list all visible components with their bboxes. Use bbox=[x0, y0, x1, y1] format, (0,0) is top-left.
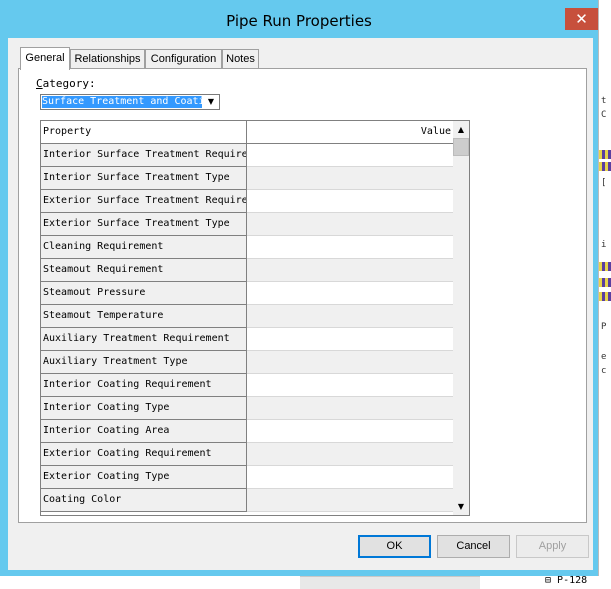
property-name-cell: Exterior Coating Type bbox=[41, 466, 247, 489]
scroll-down-arrow-icon[interactable]: ▼ bbox=[453, 498, 469, 515]
property-value-cell[interactable] bbox=[247, 190, 453, 213]
grid-row[interactable]: Steamout Pressure bbox=[41, 282, 453, 305]
apply-button[interactable]: Apply bbox=[516, 535, 589, 558]
property-name-cell: Interior Coating Requirement bbox=[41, 374, 247, 397]
grid-row[interactable]: Auxiliary Treatment Type bbox=[41, 351, 453, 374]
close-button[interactable]: ✕ bbox=[565, 8, 598, 30]
grid-row[interactable]: Interior Surface Treatment Requirement bbox=[41, 144, 453, 167]
pipe-run-properties-dialog: Pipe Run Properties ✕ General Relationsh… bbox=[0, 0, 598, 576]
property-value-cell[interactable] bbox=[247, 374, 453, 397]
property-name-cell: Interior Surface Treatment Requirement bbox=[41, 144, 247, 167]
bg-glyph: i bbox=[601, 240, 607, 250]
column-header-value[interactable]: Value bbox=[247, 121, 453, 143]
chevron-down-icon[interactable]: ▼ bbox=[204, 96, 218, 108]
grid-row[interactable]: Interior Surface Treatment Type bbox=[41, 167, 453, 190]
bg-glyph: c bbox=[601, 366, 607, 376]
bg-glyph: t bbox=[601, 96, 607, 106]
grid-row[interactable]: Steamout Requirement bbox=[41, 259, 453, 282]
window-title: Pipe Run Properties bbox=[226, 12, 372, 30]
bg-symbol bbox=[599, 162, 611, 171]
cancel-button[interactable]: Cancel bbox=[437, 535, 510, 558]
dialog-client-area: General Relationships Configuration Note… bbox=[8, 38, 593, 570]
column-header-property[interactable]: Property bbox=[41, 121, 247, 143]
tab-notes[interactable]: Notes bbox=[222, 49, 259, 68]
scroll-up-arrow-icon[interactable]: ▲ bbox=[453, 121, 469, 138]
background-panel bbox=[300, 576, 480, 589]
background-bottom-strip bbox=[0, 576, 611, 589]
category-dropdown[interactable]: Surface Treatment and Coati ▼ bbox=[40, 94, 220, 110]
property-name-cell: Cleaning Requirement bbox=[41, 236, 247, 259]
grid-header: Property Value bbox=[41, 121, 453, 144]
ok-button[interactable]: OK bbox=[358, 535, 431, 558]
scrollbar-thumb[interactable] bbox=[453, 138, 469, 156]
property-name-cell: Exterior Surface Treatment Requirement bbox=[41, 190, 247, 213]
property-value-cell[interactable] bbox=[247, 489, 453, 512]
grid-row[interactable]: Cleaning Requirement bbox=[41, 236, 453, 259]
grid-row[interactable]: Auxiliary Treatment Requirement bbox=[41, 328, 453, 351]
category-label: Category: bbox=[36, 77, 96, 90]
grid-row[interactable]: Exterior Surface Treatment Requirement bbox=[41, 190, 453, 213]
property-name-cell: Steamout Requirement bbox=[41, 259, 247, 282]
bg-symbol bbox=[599, 278, 611, 287]
grid-row[interactable]: Exterior Surface Treatment Type bbox=[41, 213, 453, 236]
bg-symbol bbox=[599, 292, 611, 301]
property-name-cell: Interior Coating Area bbox=[41, 420, 247, 443]
property-name-cell: Auxiliary Treatment Requirement bbox=[41, 328, 247, 351]
property-value-cell[interactable] bbox=[247, 167, 453, 190]
background-app-window: t C [ i P e c bbox=[598, 0, 611, 588]
grid-row[interactable]: Steamout Temperature bbox=[41, 305, 453, 328]
property-value-cell[interactable] bbox=[247, 236, 453, 259]
grid-row[interactable]: Interior Coating Type bbox=[41, 397, 453, 420]
property-value-cell[interactable] bbox=[247, 213, 453, 236]
title-bar[interactable]: Pipe Run Properties ✕ bbox=[0, 0, 598, 38]
close-icon: ✕ bbox=[575, 10, 588, 28]
bg-glyph: [ bbox=[601, 178, 607, 188]
background-tree-label: P-128 bbox=[557, 575, 588, 586]
tab-relationships[interactable]: Relationships bbox=[70, 49, 145, 68]
general-tab-panel: Category: Surface Treatment and Coati ▼ … bbox=[18, 68, 587, 523]
property-value-cell[interactable] bbox=[247, 351, 453, 374]
property-name-cell: Interior Coating Type bbox=[41, 397, 247, 420]
property-name-cell: Auxiliary Treatment Type bbox=[41, 351, 247, 374]
property-value-cell[interactable] bbox=[247, 420, 453, 443]
grid-vertical-scrollbar[interactable]: ▲ ▼ bbox=[453, 121, 469, 515]
bg-glyph: P bbox=[601, 322, 607, 332]
bg-symbol bbox=[599, 262, 611, 271]
property-value-cell[interactable] bbox=[247, 328, 453, 351]
grid-rows: Interior Surface Treatment RequirementIn… bbox=[41, 144, 453, 512]
grid-row[interactable]: Interior Coating Requirement bbox=[41, 374, 453, 397]
grid-row[interactable]: Interior Coating Area bbox=[41, 420, 453, 443]
property-value-cell[interactable] bbox=[247, 466, 453, 489]
grid-row[interactable]: Exterior Coating Requirement bbox=[41, 443, 453, 466]
grid-row[interactable]: Coating Color bbox=[41, 489, 453, 512]
property-name-cell: Steamout Pressure bbox=[41, 282, 247, 305]
bg-glyph: e bbox=[601, 352, 607, 362]
property-value-cell[interactable] bbox=[247, 282, 453, 305]
bg-glyph: C bbox=[601, 110, 607, 120]
category-selected-value: Surface Treatment and Coati bbox=[42, 96, 202, 108]
background-tree-item[interactable]: ⊟ P-128 bbox=[545, 575, 587, 586]
property-value-cell[interactable] bbox=[247, 397, 453, 420]
property-name-cell: Exterior Coating Requirement bbox=[41, 443, 247, 466]
category-label-text: ategory: bbox=[42, 77, 96, 90]
property-value-cell[interactable] bbox=[247, 144, 453, 167]
property-value-cell[interactable] bbox=[247, 305, 453, 328]
bg-symbol bbox=[599, 150, 611, 159]
property-name-cell: Interior Surface Treatment Type bbox=[41, 167, 247, 190]
property-name-cell: Exterior Surface Treatment Type bbox=[41, 213, 247, 236]
tab-general[interactable]: General bbox=[20, 47, 70, 70]
property-grid: Property Value Interior Surface Treatmen… bbox=[40, 120, 470, 516]
property-value-cell[interactable] bbox=[247, 259, 453, 282]
property-name-cell: Steamout Temperature bbox=[41, 305, 247, 328]
category-label-accelerator: C bbox=[36, 77, 43, 90]
grid-row[interactable]: Exterior Coating Type bbox=[41, 466, 453, 489]
property-name-cell: Coating Color bbox=[41, 489, 247, 512]
tab-configuration[interactable]: Configuration bbox=[145, 49, 222, 68]
property-value-cell[interactable] bbox=[247, 443, 453, 466]
